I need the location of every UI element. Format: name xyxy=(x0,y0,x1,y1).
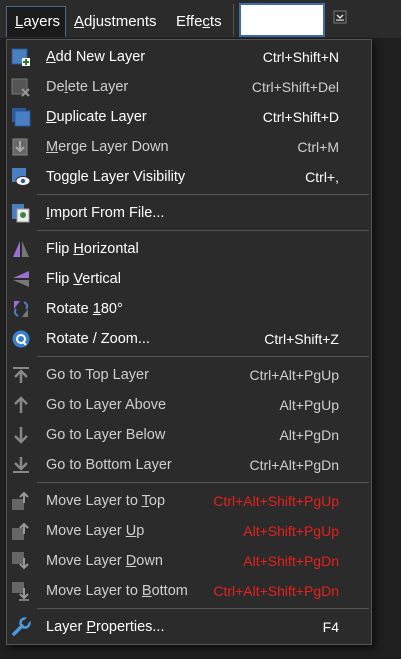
menu-item-add-new-layer[interactable]: Add New Layer Ctrl+Shift+N xyxy=(7,42,371,72)
rotate-zoom-icon xyxy=(12,330,30,348)
shortcut-label: Ctrl+Shift+N xyxy=(262,49,339,65)
move-bottom-icon xyxy=(12,582,29,601)
menu-item-rotate-180[interactable]: Rotate 180° xyxy=(7,294,371,324)
layers-menu-dropdown: Add New Layer Ctrl+Shift+N Delete Layer … xyxy=(6,39,372,645)
shortcut-label: Alt+Shift+PgDn xyxy=(243,553,339,569)
menu-item-go-to-bottom-layer[interactable]: Go to Bottom Layer Ctrl+Alt+PgDn xyxy=(7,450,371,480)
delete-layer-icon xyxy=(11,78,30,97)
menu-item-rotate-zoom[interactable]: Rotate / Zoom... Ctrl+Shift+Z xyxy=(7,324,371,354)
menu-tab-layers[interactable]: Layers xyxy=(6,6,66,37)
shortcut-label: Alt+Shift+PgUp xyxy=(243,523,339,539)
shortcut-label: Ctrl+M xyxy=(297,139,339,155)
move-up-icon xyxy=(12,522,29,540)
menu-bar: Layers Adjustments Effects xyxy=(0,0,401,38)
shortcut-label: Ctrl+Shift+D xyxy=(262,109,339,125)
shortcut-label: F4 xyxy=(322,619,339,635)
shortcut-label: Ctrl+Alt+Shift+PgDn xyxy=(213,583,339,599)
menu-item-flip-horizontal[interactable]: Flip Horizontal xyxy=(7,234,371,264)
shortcut-label: Ctrl+Alt+PgUp xyxy=(249,367,339,383)
shortcut-label: Alt+PgDn xyxy=(279,427,339,443)
menu-item-move-layer-to-bottom[interactable]: Move Layer to Bottom Ctrl+Alt+Shift+PgDn xyxy=(7,576,371,606)
add-layer-icon xyxy=(11,48,30,66)
menu-divider xyxy=(37,194,369,195)
wrench-icon xyxy=(12,617,31,636)
menu-item-go-to-layer-above[interactable]: Go to Layer Above Alt+PgUp xyxy=(7,390,371,420)
menu-divider xyxy=(37,482,369,483)
eye-icon xyxy=(12,168,31,186)
menu-item-move-layer-to-top[interactable]: Move Layer to Top Ctrl+Alt+Shift+PgUp xyxy=(7,486,371,516)
menu-tab-effects[interactable]: Effects xyxy=(168,6,230,37)
go-down-icon xyxy=(14,427,28,444)
flip-vertical-icon xyxy=(13,271,29,287)
menu-item-import-from-file[interactable]: Import From File... xyxy=(7,198,371,228)
shortcut-label: Ctrl+, xyxy=(305,169,339,185)
menu-tab-adjustments[interactable]: Adjustments xyxy=(66,6,165,37)
menu-divider xyxy=(37,356,369,357)
menu-item-go-to-layer-below[interactable]: Go to Layer Below Alt+PgDn xyxy=(7,420,371,450)
menu-item-go-to-top-layer[interactable]: Go to Top Layer Ctrl+Alt+PgUp xyxy=(7,360,371,390)
import-file-icon xyxy=(12,204,30,223)
duplicate-layer-icon xyxy=(12,108,31,127)
shortcut-label: Ctrl+Shift+Z xyxy=(264,331,339,347)
move-down-icon xyxy=(12,552,29,570)
menu-divider xyxy=(37,608,369,609)
merge-layer-icon xyxy=(12,138,28,156)
go-bottom-icon xyxy=(13,457,29,473)
menu-item-flip-vertical[interactable]: Flip Vertical xyxy=(7,264,371,294)
flip-horizontal-icon xyxy=(13,241,29,257)
chevron-down-icon[interactable] xyxy=(333,10,347,24)
shortcut-label: Ctrl+Alt+PgDn xyxy=(249,457,339,473)
menu-divider xyxy=(37,230,369,231)
primary-color-swatch[interactable] xyxy=(239,3,325,37)
move-top-icon xyxy=(12,491,29,510)
shortcut-label: Alt+PgUp xyxy=(279,397,339,413)
shortcut-label: Ctrl+Shift+Del xyxy=(251,79,339,95)
menu-item-duplicate-layer[interactable]: Duplicate Layer Ctrl+Shift+D xyxy=(7,102,371,132)
menu-item-merge-layer-down[interactable]: Merge Layer Down Ctrl+M xyxy=(7,132,371,162)
menu-item-layer-properties[interactable]: Layer Properties... F4 xyxy=(7,612,371,642)
go-top-icon xyxy=(13,367,29,383)
toolbar-divider xyxy=(233,4,234,36)
menu-item-move-layer-up[interactable]: Move Layer Up Alt+Shift+PgUp xyxy=(7,516,371,546)
rotate-180-icon xyxy=(13,301,29,317)
shortcut-label: Ctrl+Alt+Shift+PgUp xyxy=(213,493,339,509)
menu-item-toggle-layer-visibility[interactable]: Toggle Layer Visibility Ctrl+, xyxy=(7,162,371,192)
go-up-icon xyxy=(14,396,28,413)
menu-item-move-layer-down[interactable]: Move Layer Down Alt+Shift+PgDn xyxy=(7,546,371,576)
menu-item-delete-layer[interactable]: Delete Layer Ctrl+Shift+Del xyxy=(7,72,371,102)
